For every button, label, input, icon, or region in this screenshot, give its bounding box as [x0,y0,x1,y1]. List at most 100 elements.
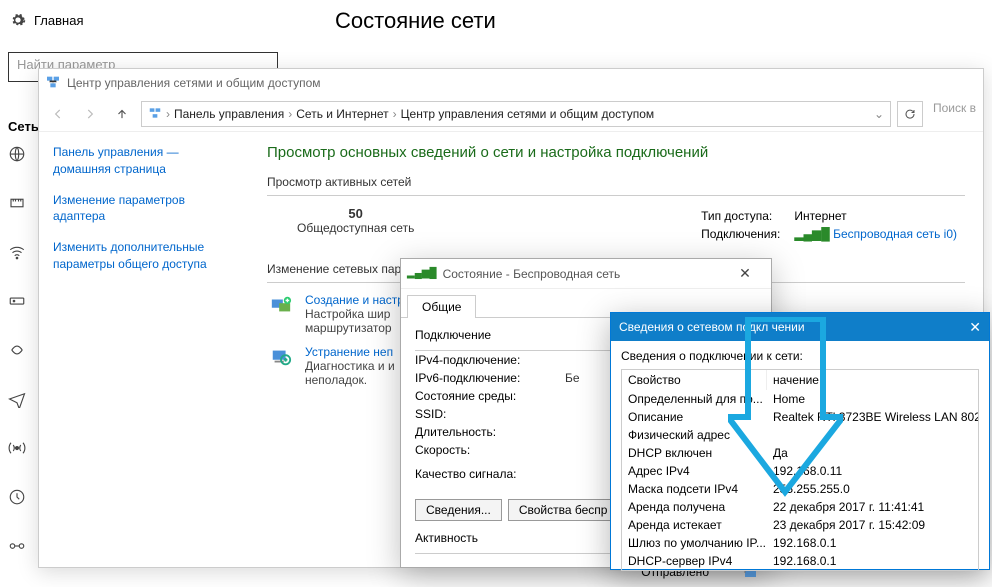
forward-button[interactable] [77,101,103,127]
access-type-label: Тип доступа: [695,208,786,224]
refresh-button[interactable] [897,101,923,127]
access-type-value: Интернет [788,208,963,224]
details-title: Сведения о сетевом подкл чении [619,320,805,334]
prop-key: Шлюз по умолчанию IP... [622,534,767,552]
left-pane: Панель управления — домашняя страница Из… [39,132,249,567]
prop-value: 255.255.255.0 [767,480,978,498]
network-profile: Общедоступная сеть [297,221,414,235]
new-connection-icon [267,293,295,317]
connections-label: Подключения: [695,226,786,242]
page-title: Состояние сети [335,8,496,34]
table-row[interactable]: DHCP-сервер IPv4192.168.0.1 [622,552,978,570]
breadcrumb[interactable]: › Панель управления› Сеть и Интернет› Це… [141,101,891,127]
prop-value: 22 декабря 2017 г. 11:41:41 [767,498,978,516]
prop-value: 23 декабря 2017 г. 15:42:09 [767,516,978,534]
network-center-icon [45,74,61,93]
table-row[interactable]: Аренда истекает23 декабря 2017 г. 15:42:… [622,516,978,534]
status-title: Состояние - Беспроводная сеть [443,267,621,281]
ipv4-label: IPv4-подключение: [415,353,565,367]
dialup-icon[interactable] [8,292,30,313]
details-subtitle: Сведения о подключении к сети: [621,349,979,363]
section-label: Сеть [8,119,39,134]
crumb-network[interactable]: Сеть и Интернет [296,107,388,121]
prop-value: 192.168.0.11 [767,462,978,480]
home-link[interactable]: Главная [34,13,83,28]
prop-key: Описание [622,408,767,426]
prop-value: Realtek RTl 3723BE Wireless LAN 802.1 [767,408,978,426]
troubleshoot-icon [267,345,295,369]
prop-key: Аренда истекает [622,516,767,534]
table-row[interactable]: Аренда получена22 декабря 2017 г. 11:41:… [622,498,978,516]
trouble-desc1: Диагностика и и [305,359,395,373]
search-control-panel[interactable]: Поиск в [929,101,977,127]
up-button[interactable] [109,101,135,127]
vpn-icon[interactable] [8,341,30,362]
proxy-icon[interactable] [8,537,30,558]
prop-key: Аренда получена [622,498,767,516]
troubleshoot-link[interactable]: Устранение неп [305,345,393,359]
connection-link[interactable]: Беспроводная сеть i0) [833,227,957,241]
prop-value [767,426,978,444]
properties-table: Свойство начение Определенный для по...H… [621,369,979,571]
signal-icon: ▂▄▆█ [407,268,437,279]
prop-key: Определенный для по... [622,390,767,408]
crumb-sharing-center[interactable]: Центр управления сетями и общим доступом [401,107,655,121]
prop-key: Маска подсети IPv4 [622,480,767,498]
activity-group-label: Активность [415,531,478,545]
network-center-icon [148,106,162,123]
ssid-label: SSID: [415,407,565,421]
prop-value: Home [767,390,978,408]
trouble-desc2: неполадок. [305,373,395,387]
prop-value: 192.168.0.1 [767,534,978,552]
table-row[interactable]: Физический адрес [622,426,978,444]
wifi-props-button[interactable]: Свойства беспр [508,499,619,521]
prop-value: Да [767,444,978,462]
settings-sidebar [8,145,30,558]
create-desc1: Настройка шир [305,307,404,321]
create-connection-link[interactable]: Создание и настр [305,293,404,307]
ethernet-icon[interactable] [8,194,30,215]
table-row[interactable]: ОписаниеRealtek RTl 3723BE Wireless LAN … [622,408,978,426]
table-row[interactable]: DHCP включенДа [622,444,978,462]
ipv6-label: IPv6-подключение: [415,371,565,385]
prop-key: DHCP включен [622,444,767,462]
adapter-settings-link[interactable]: Изменение параметров адаптера [53,192,235,226]
duration-label: Длительность: [415,425,565,439]
prop-value: 192.168.0.1 [767,552,978,570]
tab-general[interactable]: Общие [407,295,476,318]
cp-home-link[interactable]: Панель управления — домашняя страница [53,144,235,178]
wifi-icon[interactable] [8,243,30,264]
prop-key: Физический адрес [622,426,767,444]
table-row[interactable]: Адрес IPv4192.168.0.11 [622,462,978,480]
active-networks-label: Просмотр активных сетей [267,175,965,189]
table-row[interactable]: Шлюз по умолчанию IP...192.168.0.1 [622,534,978,552]
ipv6-value: Бе [565,371,580,385]
network-name: 50 [297,206,414,221]
back-button[interactable] [45,101,71,127]
details-dialog: Сведения о сетевом подкл чении ✕ Сведени… [610,312,990,570]
data-icon[interactable] [8,488,30,509]
rp-title: Просмотр основных сведений о сети и наст… [267,144,965,161]
speed-label: Скорость: [415,443,565,457]
prop-key: DHCP-сервер IPv4 [622,552,767,570]
window-title: Центр управления сетями и общим доступом [67,76,321,90]
table-row[interactable]: Определенный для по...Home [622,390,978,408]
create-desc2: маршрутизатор [305,321,404,335]
gear-icon [10,12,26,28]
chevron-down-icon[interactable]: ⌄ [874,107,884,121]
close-button[interactable]: ✕ [969,319,981,336]
crumb-control-panel[interactable]: Панель управления [174,107,284,121]
col-property[interactable]: Свойство [622,370,767,390]
signal-label: Качество сигнала: [415,467,565,481]
details-button[interactable]: Сведения... [415,499,502,521]
col-value[interactable]: начение [767,370,826,390]
status-icon[interactable] [8,145,30,166]
table-row[interactable]: Маска подсети IPv4255.255.255.0 [622,480,978,498]
media-label: Состояние среды: [415,389,565,403]
signal-icon: ▂▄▆█ [794,227,829,241]
close-button[interactable]: ✕ [725,265,765,282]
prop-key: Адрес IPv4 [622,462,767,480]
hotspot-icon[interactable] [8,439,30,460]
airplane-icon[interactable] [8,390,30,411]
sharing-settings-link[interactable]: Изменить дополнительные параметры общего… [53,239,235,273]
